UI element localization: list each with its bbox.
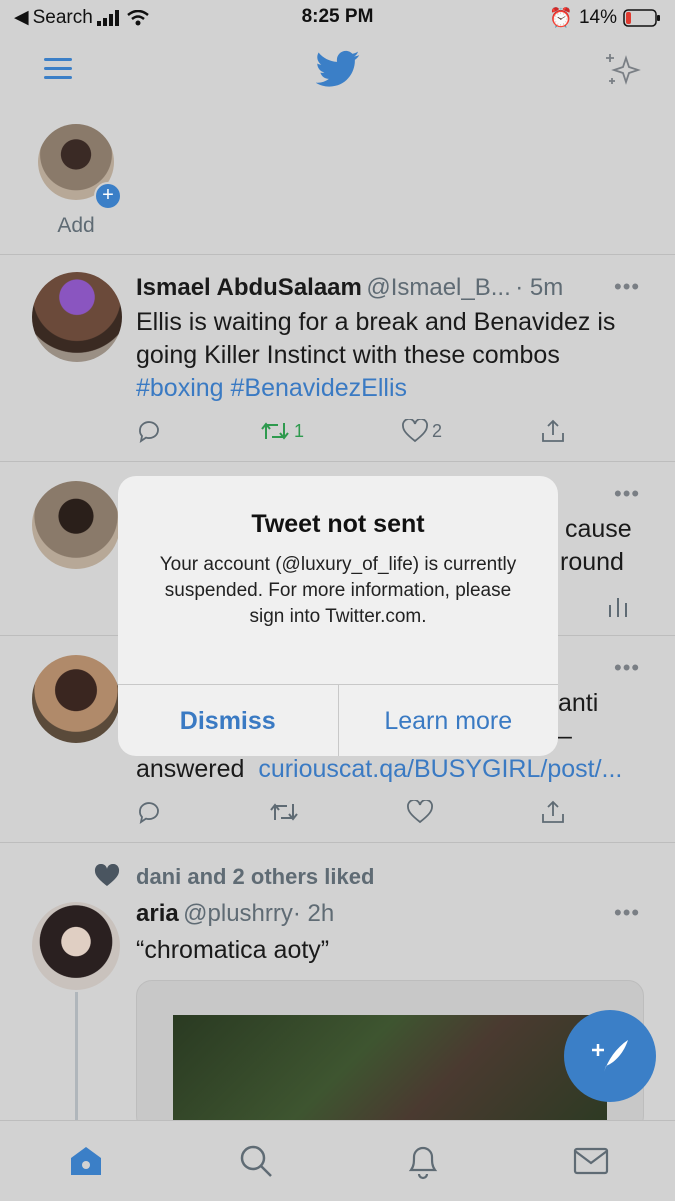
tweet-header: aria @plushrry· 2h: [136, 900, 334, 928]
tweet-header: Ismael AbduSalaam @Ismael_B... · 5m: [136, 274, 636, 302]
dialog-buttons: Dismiss Learn more: [118, 684, 558, 756]
learn-more-button[interactable]: Learn more: [339, 685, 559, 756]
home-icon[interactable]: [66, 1141, 106, 1181]
more-icon[interactable]: •••: [614, 481, 640, 507]
bell-icon[interactable]: [405, 1142, 441, 1180]
twitter-bird-icon: [316, 50, 360, 87]
more-icon[interactable]: •••: [614, 655, 640, 681]
reply-button[interactable]: [136, 418, 162, 444]
tweet-text-partial: cause: [565, 515, 632, 543]
retweet-button[interactable]: [269, 799, 299, 825]
author-name[interactable]: aria: [136, 900, 179, 927]
thread-line: [75, 992, 78, 1120]
retweet-icon: [270, 803, 299, 821]
author-handle[interactable]: @Ismael_B...: [366, 274, 510, 301]
author-avatar[interactable]: [32, 481, 120, 569]
fleets-row: + Add: [0, 104, 675, 255]
mail-icon[interactable]: [573, 1146, 609, 1176]
tweet-time: · 5m: [515, 274, 564, 301]
tweet-text-partial: anti: [558, 689, 599, 717]
tweet-link[interactable]: curiouscat.qa/BUSYGIRL/post/...: [258, 755, 622, 783]
top-nav: [0, 34, 675, 104]
tweet-text: “chromatica aoty”: [136, 936, 330, 964]
search-icon[interactable]: [238, 1143, 274, 1179]
author-name[interactable]: Ismael AbduSalaam: [136, 274, 362, 301]
like-count: 2: [431, 420, 442, 441]
alert-dialog: Tweet not sent Your account (@luxury_of_…: [118, 476, 558, 756]
retweet-icon: [261, 422, 289, 440]
tweet-actions: 1 2: [136, 418, 566, 444]
more-icon[interactable]: •••: [614, 900, 640, 926]
reply-icon: [139, 802, 159, 824]
heart-icon: [406, 800, 433, 824]
author-handle[interactable]: @plushrry: [183, 900, 293, 927]
retweet-count: 1: [293, 420, 304, 441]
dialog-title: Tweet not sent: [251, 510, 425, 538]
sparkle-icon[interactable]: [604, 52, 642, 88]
alarm-icon: ⏰: [549, 8, 573, 29]
author-avatar[interactable]: [32, 272, 122, 362]
hamburger-icon[interactable]: [44, 56, 72, 80]
like-button[interactable]: [406, 799, 433, 825]
dialog-message: Your account (@luxury_of_life) is curren…: [159, 554, 517, 627]
battery-icon: [623, 9, 660, 27]
liked-heart-icon: [94, 864, 120, 886]
dismiss-button[interactable]: Dismiss: [118, 685, 339, 756]
more-icon[interactable]: •••: [614, 274, 640, 300]
bottom-tab-bar: [0, 1120, 675, 1201]
compose-button[interactable]: [564, 1010, 656, 1102]
media-image[interactable]: [173, 1015, 607, 1131]
share-icon: [542, 800, 564, 823]
author-avatar[interactable]: [32, 655, 120, 743]
analytics-icon[interactable]: [606, 595, 630, 619]
like-button[interactable]: 2: [402, 418, 442, 444]
social-context[interactable]: dani and 2 others liked: [136, 864, 374, 890]
share-icon: [542, 419, 564, 442]
answered-text: answered: [136, 755, 245, 783]
tweet-hashtags[interactable]: #boxing #BenavidezEllis: [136, 372, 407, 405]
compose-icon: [592, 1040, 628, 1072]
share-button[interactable]: [540, 799, 566, 825]
tweet-card[interactable]: Ismael AbduSalaam @Ismael_B... · 5m ••• …: [0, 254, 675, 462]
retweet-button[interactable]: 1: [260, 418, 304, 444]
reply-icon: [139, 421, 159, 443]
status-right: ⏰ 14%: [549, 6, 661, 30]
tweet-text-partial: –: [558, 722, 572, 750]
author-avatar[interactable]: [32, 902, 120, 990]
tweet-actions: [136, 799, 566, 825]
status-bar: ◀ Search 8:25 PM ⏰ 14%: [0, 0, 675, 34]
battery-percent: 14%: [578, 7, 617, 28]
tweet-text: answered curiouscat.qa/BUSYGIRL/post/...: [136, 753, 622, 786]
add-fleet-plus-icon[interactable]: +: [94, 182, 122, 210]
reply-button[interactable]: [136, 799, 162, 825]
share-button[interactable]: [540, 418, 566, 444]
tweet-time: · 2h: [292, 900, 335, 927]
tweet-text: Ellis is waiting for a break and Benavid…: [136, 308, 616, 369]
tweet-text-partial: round: [560, 548, 624, 576]
heart-icon: [402, 419, 428, 443]
add-fleet-label: Add: [57, 214, 95, 237]
